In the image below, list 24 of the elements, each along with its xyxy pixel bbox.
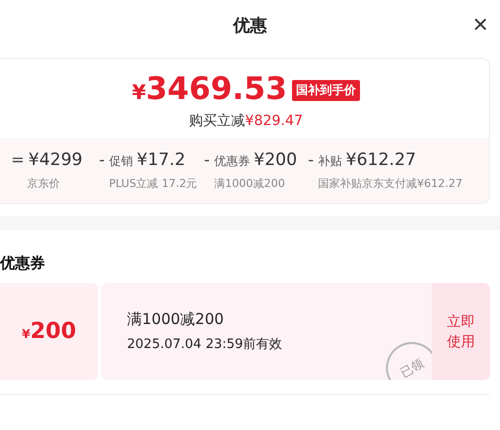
operator-sign: =	[11, 150, 24, 169]
coupon-title: 满1000减200	[127, 310, 225, 329]
breakdown-note: 京东价	[26, 176, 61, 191]
breakdown-amount: ¥200	[254, 150, 298, 170]
coupon-amount: ¥200	[22, 319, 76, 344]
dialog-title: 优惠	[233, 14, 267, 36]
breakdown-note: 国家补贴京东支付减¥612.27	[317, 176, 464, 191]
breakdown-note: 满1000减200	[213, 176, 286, 191]
breakdown-label: 优惠券	[214, 153, 250, 170]
close-button[interactable]: ×	[468, 10, 492, 38]
breakdown-label: 促销	[108, 153, 133, 170]
price-tag: 国补到手价	[292, 80, 360, 101]
coupon-validity: 2025.07.04 23:59前有效	[127, 336, 284, 353]
use-now-button[interactable]: 立即使用	[432, 283, 490, 380]
operator-sign: -	[204, 150, 210, 169]
breakdown-amount: ¥17.2	[136, 150, 186, 170]
final-price: ¥3469.53	[132, 71, 288, 109]
saving-text: 购买立减¥829.47	[188, 112, 303, 130]
breakdown-amount: ¥612.27	[346, 150, 416, 170]
breakdown-amount: ¥4299	[28, 150, 82, 170]
breakdown-label: 补贴	[318, 153, 342, 170]
operator-sign: -	[99, 150, 105, 169]
operator-sign: -	[308, 150, 314, 169]
breakdown-note: PLUS立减 17.2元	[108, 176, 198, 191]
